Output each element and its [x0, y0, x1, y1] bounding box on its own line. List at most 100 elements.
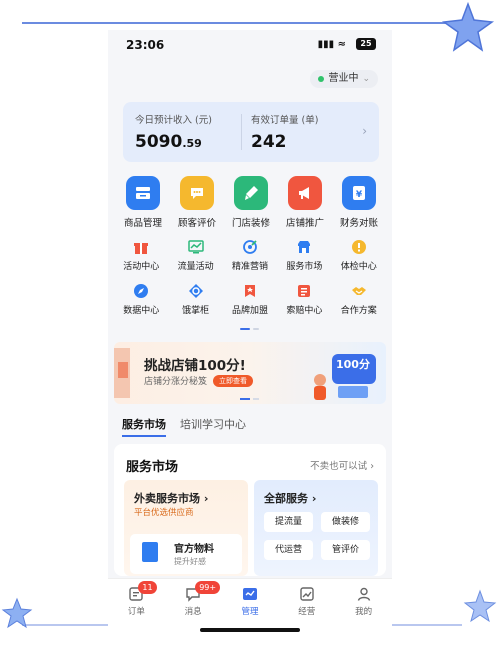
banner-pager: [240, 398, 259, 400]
function-product-management[interactable]: 商品管理: [116, 176, 170, 229]
banner-dot-active: [240, 398, 250, 400]
main-functions: 商品管理 顾客评价 门店装修 店铺推广 ¥ 财务对账: [116, 176, 386, 229]
messages-badge: 99+: [195, 581, 221, 594]
star-bottom-right-icon: [463, 589, 497, 623]
function-claims-center[interactable]: 索赔中心: [277, 282, 331, 316]
function-label: 饿掌柜: [182, 306, 210, 316]
market-title: 服务市场: [126, 460, 179, 475]
function-label: 财务对账: [339, 218, 378, 229]
banner-view-button[interactable]: 立即查看: [213, 374, 254, 387]
eleme-icon: [187, 282, 205, 300]
orders-label: 有效订单量 (单): [251, 115, 319, 126]
store-icon: [295, 238, 313, 256]
nav-manage[interactable]: 管理: [226, 585, 274, 642]
sub-functions: 活动中心 流量活动 精准营销 服务市场 体检中心 数据中心 饿掌柜 品牌加盟 索…: [114, 238, 386, 316]
battery-icon: 25: [356, 38, 376, 50]
function-checkup-center[interactable]: 体检中心: [332, 238, 386, 272]
official-materials-title: 官方物料: [174, 544, 214, 555]
chevron-down-icon: ⌄: [362, 74, 370, 84]
function-brand-franchise[interactable]: 品牌加盟: [223, 282, 277, 316]
function-label: 体检中心: [340, 262, 377, 272]
function-label: 流量活动: [177, 262, 214, 272]
nav-label: 订单: [127, 607, 145, 617]
banner-subtitle-row: 店铺分涨分秘笈 立即查看: [144, 374, 254, 387]
takeout-market-subtitle: 平台优选供应商: [134, 508, 194, 518]
function-traffic-activity[interactable]: 流量活动: [168, 238, 222, 272]
chip-outsourced-operation[interactable]: 代运营: [264, 540, 313, 560]
target-icon: [241, 238, 259, 256]
service-chips: 提流量 做装修 代运营 管评价: [264, 512, 370, 560]
income-today: 今日预计收入 (元) 5090.59: [135, 112, 212, 152]
chip-decoration[interactable]: 做装修: [321, 512, 370, 532]
phone-screen: 23:06 ▮▮▮ ≈ 25 营业中 ⌄ 今日预计收入 (元) 5090.59 …: [108, 30, 392, 642]
nav-label: 经营: [298, 607, 316, 617]
function-label: 索赔中心: [286, 306, 323, 316]
chevron-right-icon: ›: [362, 124, 367, 138]
brush-icon: [234, 176, 268, 210]
tab-service-market[interactable]: 服务市场: [122, 416, 166, 437]
service-market-card: 服务市场 不卖也可以试 › 外卖服务市场 › 平台优选供应商 官方物料 提升好感…: [114, 444, 386, 576]
star-top-right-icon: [441, 1, 495, 52]
function-label: 精准营销: [231, 262, 268, 272]
official-materials-item[interactable]: 官方物料 提升好感: [130, 534, 242, 574]
nav-label: 消息: [184, 607, 202, 617]
shop-status-label: 营业中: [328, 73, 359, 84]
pager-dot-active: [240, 328, 250, 330]
takeout-market-title: 外卖服务市场 ›: [134, 492, 209, 505]
pager-dot: [253, 328, 259, 330]
banner-title: 挑战店铺100分!: [144, 358, 246, 374]
market-more-link[interactable]: 不卖也可以试 ›: [310, 458, 374, 472]
orders-today: 有效订单量 (单) 242: [251, 112, 318, 152]
status-bar: 23:06 ▮▮▮ ≈ 25: [108, 30, 392, 60]
function-label: 服务市场: [286, 262, 323, 272]
all-services-card[interactable]: 全部服务 › 提流量 做装修 代运营 管评价: [254, 480, 378, 576]
orders-value: 242: [251, 132, 287, 152]
manage-icon: [241, 585, 259, 603]
chip-boost-traffic[interactable]: 提流量: [264, 512, 313, 532]
function-label: 活动中心: [123, 262, 160, 272]
function-label: 顾客评价: [177, 218, 216, 229]
shop-status-toggle[interactable]: 营业中 ⌄: [310, 70, 378, 88]
finance-icon: ¥: [342, 176, 376, 210]
all-services-title: 全部服务 ›: [264, 492, 317, 505]
function-label: 门店装修: [231, 218, 270, 229]
function-precision-marketing[interactable]: 精准营销: [223, 238, 277, 272]
business-icon: [298, 585, 316, 603]
nav-business[interactable]: 经营: [283, 585, 331, 642]
function-data-center[interactable]: 数据中心: [114, 282, 168, 316]
function-cooperation-plan[interactable]: 合作方案: [332, 282, 386, 316]
nav-profile[interactable]: 我的: [340, 585, 388, 642]
chip-manage-reviews[interactable]: 管评价: [321, 540, 370, 560]
income-divider: [241, 114, 242, 150]
income-value: 5090.59: [135, 132, 202, 152]
function-label: 店铺推广: [285, 218, 324, 229]
status-dot-icon: [318, 76, 325, 82]
takeout-service-market-card[interactable]: 外卖服务市场 › 平台优选供应商 官方物料 提升好感: [124, 480, 248, 576]
svg-text:¥: ¥: [356, 190, 363, 200]
promo-banner[interactable]: 挑战店铺100分! 店铺分涨分秘笈 立即查看 100分: [114, 342, 386, 404]
banner-dot: [253, 398, 259, 400]
function-activity-center[interactable]: 活动中心: [114, 238, 168, 272]
function-customer-reviews[interactable]: 顾客评价: [170, 176, 224, 229]
comment-icon: [180, 176, 214, 210]
bottom-nav: 11 订单 99+ 消息 管理 经营 我的: [108, 578, 392, 642]
product-icon: [126, 176, 160, 210]
function-store-promotion[interactable]: 店铺推广: [278, 176, 332, 229]
function-eleme-manager[interactable]: 饿掌柜: [168, 282, 222, 316]
function-finance-reconciliation[interactable]: ¥ 财务对账: [332, 176, 386, 229]
official-materials-subtitle: 提升好感: [174, 557, 206, 566]
function-service-market[interactable]: 服务市场: [277, 238, 331, 272]
content-tabs: 服务市场 培训学习中心: [122, 416, 246, 437]
function-pager: [240, 328, 259, 330]
gift-icon: [132, 238, 150, 256]
nav-messages[interactable]: 99+ 消息: [169, 581, 221, 642]
checkup-icon: [350, 238, 368, 256]
handshake-icon: [350, 282, 368, 300]
tab-training-center[interactable]: 培训学习中心: [180, 416, 246, 437]
function-store-decoration[interactable]: 门店装修: [224, 176, 278, 229]
claim-icon: [295, 282, 313, 300]
frame-top-line: [22, 22, 482, 24]
orders-badge: 11: [138, 581, 157, 594]
income-summary-card[interactable]: 今日预计收入 (元) 5090.59 有效订单量 (单) 242 ›: [123, 102, 379, 162]
nav-orders[interactable]: 11 订单: [112, 581, 160, 642]
